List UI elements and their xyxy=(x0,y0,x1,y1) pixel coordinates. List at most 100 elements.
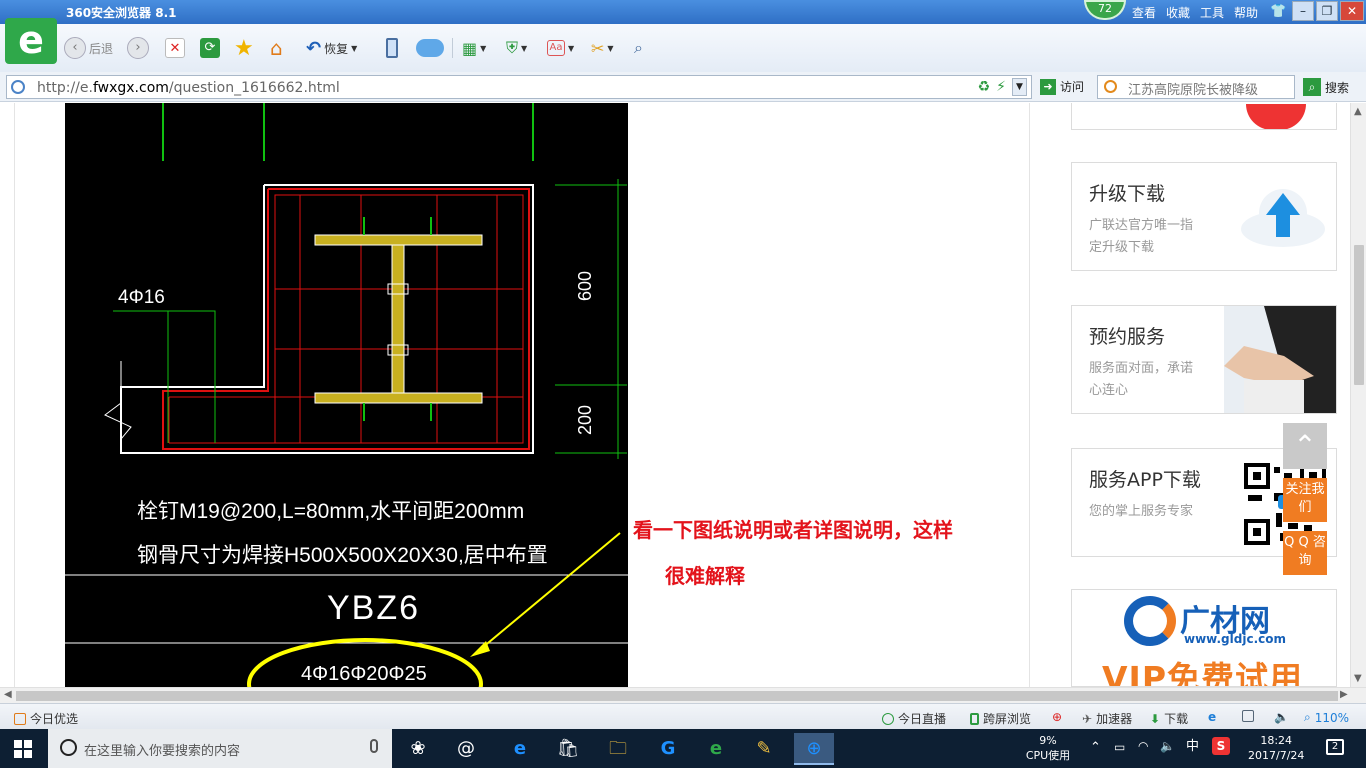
card-title: 升级下载 xyxy=(1089,183,1166,205)
follow-us-button[interactable]: 关注我们 xyxy=(1283,478,1327,522)
scroll-down-icon[interactable]: ▼ xyxy=(1354,673,1362,684)
card-title: 服务APP下载 xyxy=(1089,469,1201,491)
volume-icon[interactable]: 🔈 xyxy=(1160,739,1175,754)
mobile-button[interactable] xyxy=(386,36,398,60)
recycle-icon[interactable]: ♻ xyxy=(978,79,991,95)
card-desc: 广联达官方唯一指定升级下载 xyxy=(1089,218,1194,255)
annotation-text-line1: 看一下图纸说明或者详图说明，这样 xyxy=(633,518,953,542)
ime-indicator[interactable]: 中 xyxy=(1186,739,1199,754)
vertical-scroll-thumb[interactable] xyxy=(1354,245,1364,385)
qq-consult-button[interactable]: Q Q 咨询 xyxy=(1283,531,1327,575)
notes-app-icon[interactable]: ✎ xyxy=(744,733,784,765)
address-bar[interactable]: http://e.fwxgx.com/question_1616662.html… xyxy=(6,75,1032,99)
browser-logo[interactable]: e xyxy=(5,18,57,64)
horizontal-scrollbar[interactable]: ◀ ▶ xyxy=(0,687,1366,703)
horizontal-scroll-thumb[interactable] xyxy=(16,691,1338,701)
security-button[interactable]: ⛨ ▼ xyxy=(506,36,527,60)
live-button[interactable]: 今日直播 xyxy=(882,710,946,727)
refresh-button[interactable]: ⟳ xyxy=(200,36,220,60)
menu-tools[interactable]: 工具 xyxy=(1200,4,1224,21)
back-to-top-button[interactable]: ⌃ xyxy=(1283,423,1327,469)
security-status[interactable]: ⊕ xyxy=(1052,710,1062,724)
chevron-down-icon: ▼ xyxy=(607,43,614,53)
today-pick-button[interactable]: 今日优选 xyxy=(14,710,78,727)
red-badge-icon xyxy=(1246,104,1306,129)
system-clock[interactable]: 18:24 2017/7/24 xyxy=(1248,733,1304,763)
menu-view[interactable]: 查看 xyxy=(1132,4,1156,21)
card-title: 预约服务 xyxy=(1089,326,1166,348)
translate-button[interactable]: Aa ▼ xyxy=(547,36,574,60)
apps-button[interactable]: ▦ ▼ xyxy=(462,36,486,60)
ie-mode-button[interactable]: e xyxy=(1208,710,1216,724)
battery-icon[interactable]: ▭ xyxy=(1114,740,1125,755)
skin-icon[interactable]: 👕 xyxy=(1270,4,1286,19)
lightning-icon[interactable]: ⚡ xyxy=(996,79,1006,95)
back-arrow-icon: ‹ xyxy=(64,37,86,59)
edge-icon[interactable]: e xyxy=(500,733,540,765)
speaker-icon: 🔈 xyxy=(1274,710,1289,724)
cpu-usage[interactable]: 9% CPU使用 xyxy=(1022,733,1074,763)
refresh-icon: ⟳ xyxy=(200,38,220,58)
cloud-button[interactable] xyxy=(416,36,444,60)
cross-screen-button[interactable]: 跨屏浏览 xyxy=(970,710,1031,727)
menu-bar: 查看 收藏 工具 帮助 xyxy=(1132,4,1258,21)
window-controls: – ❐ ✕ xyxy=(1292,1,1364,21)
forward-button[interactable]: › xyxy=(127,36,149,60)
chevron-down-icon: ▼ xyxy=(480,43,487,53)
zoom-level[interactable]: ⌕ 110% xyxy=(1304,710,1349,725)
home-button[interactable]: ⌂ xyxy=(270,36,283,60)
taskbar-search-box[interactable]: 在这里输入你要搜索的内容 xyxy=(48,729,392,768)
microphone-icon[interactable] xyxy=(370,739,378,753)
goto-button[interactable]: ➜ 访问 xyxy=(1040,78,1084,95)
search-input[interactable]: 江苏高院原院长被降级 xyxy=(1097,75,1295,99)
url-text[interactable]: http://e.fwxgx.com/question_1616662.html xyxy=(37,80,340,96)
file-explorer-icon[interactable]: 🗀 xyxy=(598,733,638,765)
360-browser-icon[interactable]: e xyxy=(696,733,736,765)
sogou-ime-icon[interactable]: S xyxy=(1212,737,1230,755)
screenshot-button[interactable]: ✂ ▼ xyxy=(591,36,614,60)
stop-button[interactable]: ✕ xyxy=(165,36,185,60)
mute-button[interactable]: 🔈 xyxy=(1274,710,1289,724)
windows-start-icon[interactable] xyxy=(14,740,32,758)
windows-icon xyxy=(1242,710,1254,722)
search-placeholder: 在这里输入你要搜索的内容 xyxy=(84,744,241,759)
back-button[interactable]: ‹ 后退 xyxy=(64,36,113,60)
scroll-right-icon[interactable]: ▶ xyxy=(1340,689,1348,700)
dropdown-icon[interactable]: ▼ xyxy=(1012,78,1027,96)
maximize-button[interactable]: ❐ xyxy=(1316,1,1338,21)
glodon-app-icon[interactable]: G xyxy=(648,733,688,765)
menu-help[interactable]: 帮助 xyxy=(1234,4,1258,21)
store-icon[interactable]: 🛍 xyxy=(548,733,588,765)
menu-favorites[interactable]: 收藏 xyxy=(1166,4,1190,21)
title-bar: 360安全浏览器 8.1 72 查看 收藏 工具 帮助 👕 – ❐ ✕ xyxy=(0,0,1366,24)
accelerator-button[interactable]: ✈ 加速器 xyxy=(1082,710,1132,727)
spiral-app-icon[interactable]: @ xyxy=(446,733,486,765)
wifi-icon[interactable]: ◠ xyxy=(1138,739,1148,754)
cloud-upload-icon xyxy=(1241,189,1325,247)
highlight-annotation xyxy=(247,532,621,687)
task-view-icon[interactable]: ❀ xyxy=(398,733,438,765)
scroll-left-icon[interactable]: ◀ xyxy=(4,689,12,700)
favorite-button[interactable]: ★ xyxy=(234,36,254,61)
close-button[interactable]: ✕ xyxy=(1340,1,1364,21)
card-desc: 服务面对面，承诺心连心 xyxy=(1089,361,1194,398)
score-badge[interactable]: 72 xyxy=(1084,0,1126,20)
window-mode-button[interactable] xyxy=(1242,710,1254,722)
minimize-button[interactable]: – xyxy=(1292,1,1314,21)
card-appointment-service[interactable]: 预约服务 服务面对面，承诺心连心 xyxy=(1071,305,1337,414)
download-button[interactable]: ⬇ 下载 xyxy=(1150,710,1188,727)
scroll-up-icon[interactable]: ▲ xyxy=(1354,106,1362,117)
search-button[interactable]: ⌕ 搜索 xyxy=(1303,78,1349,96)
card-upgrade-download[interactable]: 升级下载 广联达官方唯一指定升级下载 xyxy=(1071,162,1337,271)
search-label: 搜索 xyxy=(1325,80,1350,95)
restore-button[interactable]: ↶ 恢复 ▼ xyxy=(306,36,357,60)
tray-chevron-up-icon[interactable]: ⌃ xyxy=(1090,740,1101,755)
sidebar-card-partial[interactable] xyxy=(1071,103,1337,130)
remote-app-icon[interactable]: ⊕ xyxy=(794,733,834,765)
vertical-scrollbar[interactable]: ▲ ▼ xyxy=(1350,103,1366,687)
notification-center-icon[interactable]: 2 xyxy=(1326,739,1344,755)
zoom-button[interactable]: ⌕ xyxy=(634,36,643,60)
gldjc-ad-banner[interactable]: 广材网 www.gldjc.com VIP免费试用 xyxy=(1071,589,1337,687)
magnifier-icon: ⌕ xyxy=(634,38,643,57)
page-content: 4Φ16 600 200 栓钉M19@200,L=80mm,水平间距200mm … xyxy=(0,103,1350,687)
